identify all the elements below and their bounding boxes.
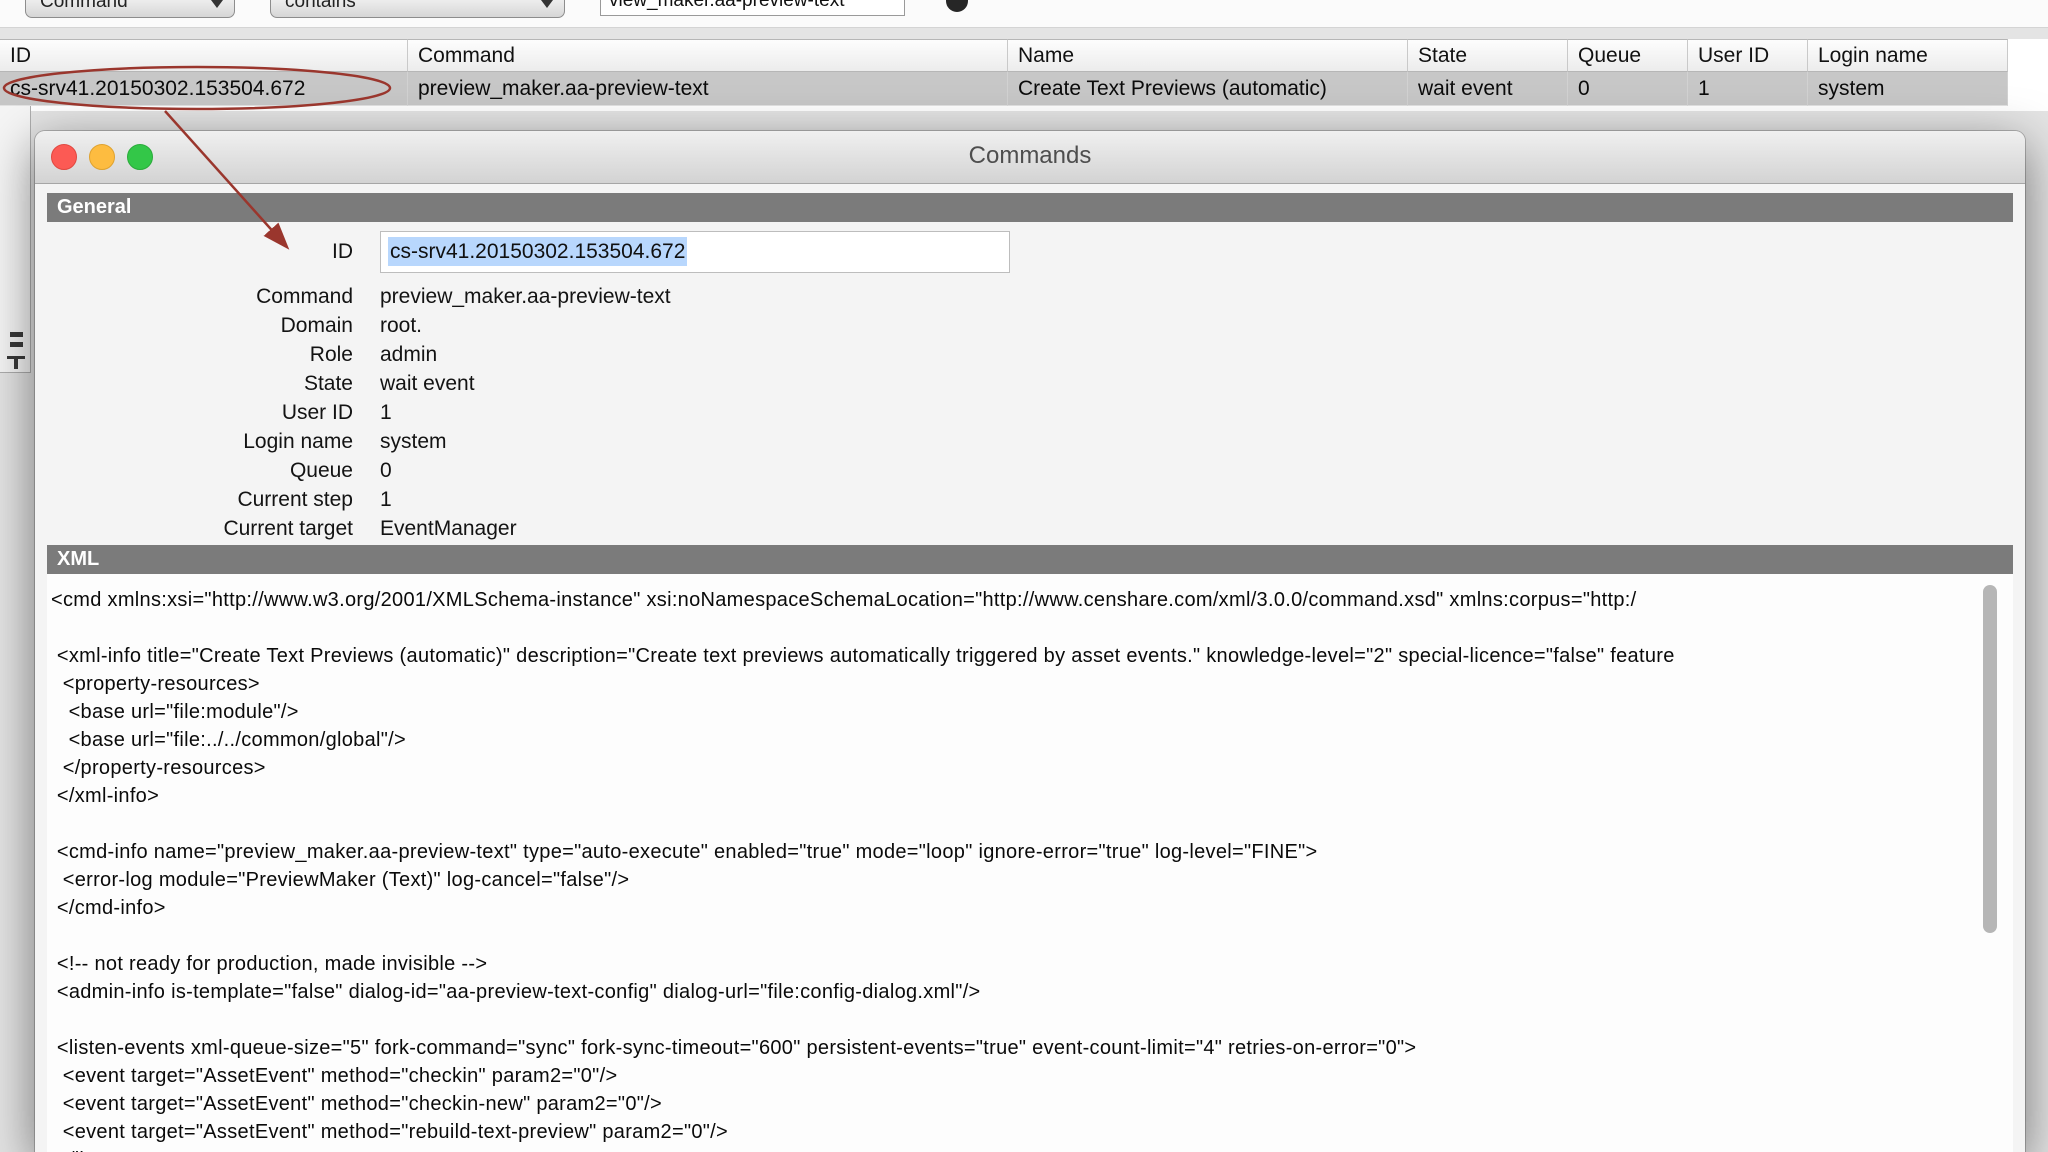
filter-field-dropdown[interactable]: Command (25, 0, 235, 18)
field-value: 1 (380, 398, 392, 427)
id-input[interactable]: cs-srv41.20150302.153504.672 (380, 231, 1010, 273)
xml-line (51, 922, 2013, 950)
xml-line: <xml-info title="Create Text Previews (a… (51, 642, 2013, 670)
field-label: Role (35, 340, 353, 369)
xml-line: </xml-info> (51, 782, 2013, 810)
xml-line: </property-resources> (51, 754, 2013, 782)
column-header-id[interactable]: ID (0, 39, 408, 72)
filter-action-icon[interactable] (946, 0, 968, 12)
id-field-row: ID cs-srv41.20150302.153504.672 (35, 231, 2025, 273)
xml-line: <event target="AssetEvent" method="rebui… (51, 1118, 2013, 1146)
xml-line (51, 810, 2013, 838)
xml-line: <admin-info is-template="false" dialog-i… (51, 978, 2013, 1006)
field-value: EventManager (380, 514, 517, 543)
xml-line: <cmd-info name="preview_maker.aa-preview… (51, 838, 2013, 866)
field-label: Current step (35, 485, 353, 514)
field-label: Queue (35, 456, 353, 485)
filter-field-label: Command (40, 0, 128, 12)
field-row-state: State wait event (35, 369, 2025, 398)
filter-search-input[interactable] (600, 0, 905, 16)
section-header-xml: XML (47, 545, 2013, 574)
xml-line (51, 614, 2013, 642)
field-value: admin (380, 340, 437, 369)
field-row-domain: Domain root. (35, 311, 2025, 340)
field-row-command: Command preview_maker.aa-preview-text (35, 282, 2025, 311)
xml-line: <error-log module="PreviewMaker (Text)" … (51, 866, 2013, 894)
field-label: Command (35, 282, 353, 311)
xml-line: <base url="file:module"/> (51, 698, 2013, 726)
cell-state[interactable]: wait event (1408, 72, 1568, 106)
xml-line: <cmd xmlns:xsi="http://www.w3.org/2001/X… (51, 586, 2013, 614)
field-label: State (35, 369, 353, 398)
background-window-edge (0, 106, 31, 373)
xml-line: <base url="file:../../common/global"/> (51, 726, 2013, 754)
close-button[interactable] (51, 144, 77, 170)
field-row-current-step: Current step 1 (35, 485, 2025, 514)
filter-operator-label: contains (285, 0, 356, 12)
filter-bar: Command contains (0, 0, 2048, 28)
field-value: 1 (380, 485, 392, 514)
cell-name[interactable]: Create Text Previews (automatic) (1008, 72, 1408, 106)
vertical-tab-icon (14, 359, 18, 369)
xml-line (51, 1006, 2013, 1034)
vertical-tab-icon (10, 342, 23, 347)
xml-line: <!-- not ready for production, made invi… (51, 950, 2013, 978)
column-header-command[interactable]: Command (408, 39, 1008, 72)
commands-dialog: Commands General ID cs-srv41.20150302.15… (35, 131, 2025, 1152)
section-header-general: General (47, 193, 2013, 222)
field-value: root. (380, 311, 422, 340)
field-value: preview_maker.aa-preview-text (380, 282, 671, 311)
field-value: 0 (380, 456, 392, 485)
xml-line: <property-resources> (51, 670, 2013, 698)
field-value: wait event (380, 369, 475, 398)
xml-line: </cmd-info> (51, 894, 2013, 922)
id-field-label: ID (35, 231, 353, 273)
xml-content: <cmd xmlns:xsi="http://www.w3.org/2001/X… (47, 574, 2013, 1152)
id-selected-text: cs-srv41.20150302.153504.672 (388, 237, 687, 266)
cell-id[interactable]: cs-srv41.20150302.153504.672 (0, 72, 408, 106)
zoom-button[interactable] (127, 144, 153, 170)
xml-line: </listen-events> (51, 1146, 2013, 1152)
field-row-role: Role admin (35, 340, 2025, 369)
field-row-current-target: Current target EventManager (35, 514, 2025, 543)
cell-user-id[interactable]: 1 (1688, 72, 1808, 106)
column-header-login-name[interactable]: Login name (1808, 39, 2008, 72)
field-label: Current target (35, 514, 353, 543)
screen: Command contains ID Command Name State Q… (0, 0, 2048, 1152)
field-label: Domain (35, 311, 353, 340)
dialog-title: Commands (35, 131, 2025, 181)
vertical-tab-icon (10, 332, 23, 337)
cell-queue[interactable]: 0 (1568, 72, 1688, 106)
commands-table: ID Command Name State Queue User ID Logi… (0, 39, 2008, 106)
field-value: system (380, 427, 447, 456)
xml-line: <event target="AssetEvent" method="check… (51, 1062, 2013, 1090)
column-header-user-id[interactable]: User ID (1688, 39, 1808, 72)
dialog-titlebar[interactable]: Commands (35, 131, 2025, 184)
xml-line: <listen-events xml-queue-size="5" fork-c… (51, 1034, 2013, 1062)
cell-command[interactable]: preview_maker.aa-preview-text (408, 72, 1008, 106)
field-label: User ID (35, 398, 353, 427)
field-label: Login name (35, 427, 353, 456)
field-row-user-id: User ID 1 (35, 398, 2025, 427)
minimize-button[interactable] (89, 144, 115, 170)
field-row-login-name: Login name system (35, 427, 2025, 456)
field-row-queue: Queue 0 (35, 456, 2025, 485)
cell-login-name[interactable]: system (1808, 72, 2008, 106)
column-header-queue[interactable]: Queue (1568, 39, 1688, 72)
column-header-state[interactable]: State (1408, 39, 1568, 72)
vertical-scrollbar-thumb[interactable] (1983, 585, 1997, 933)
xml-line: <event target="AssetEvent" method="check… (51, 1090, 2013, 1118)
filter-operator-dropdown[interactable]: contains (270, 0, 565, 18)
chevron-down-icon (211, 0, 223, 8)
column-header-name[interactable]: Name (1008, 39, 1408, 72)
chevron-down-icon (541, 0, 553, 8)
